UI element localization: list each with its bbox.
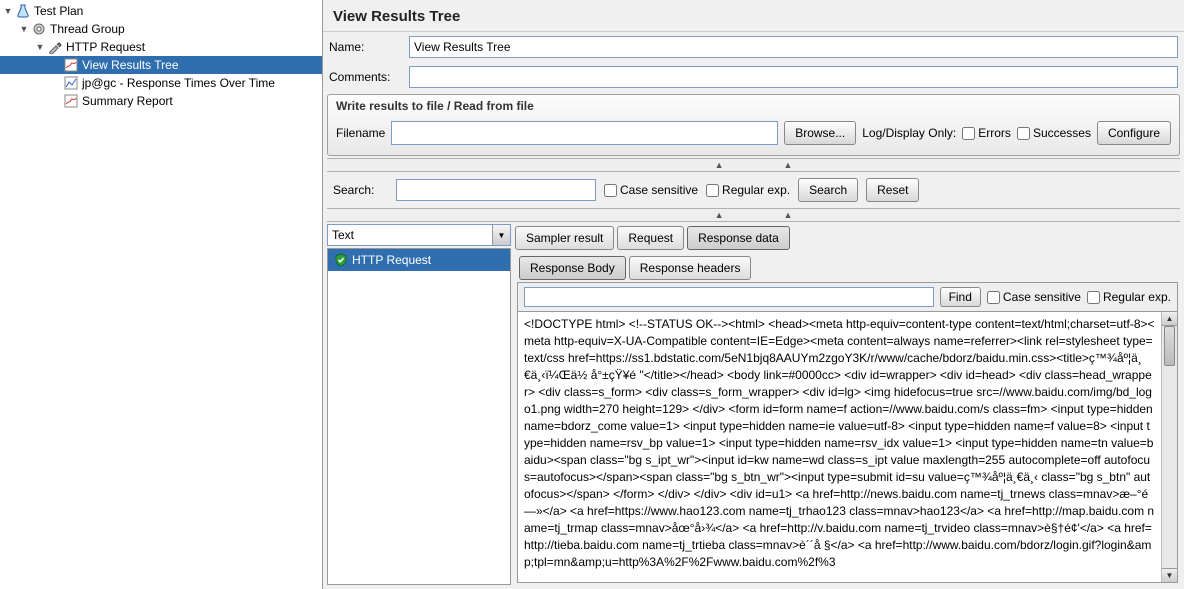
chart-icon bbox=[63, 93, 79, 109]
response-body-box: <!DOCTYPE html> <!--STATUS OK--><html> <… bbox=[517, 311, 1178, 583]
triangle-up-icon: ▲ bbox=[715, 210, 724, 220]
filename-input[interactable] bbox=[391, 121, 778, 145]
logdisplay-label: Log/Display Only: bbox=[862, 126, 956, 140]
result-label: HTTP Request bbox=[352, 253, 431, 267]
page-title: View Results Tree bbox=[323, 0, 1184, 32]
vertical-scrollbar[interactable]: ▲ ▼ bbox=[1161, 312, 1177, 582]
renderer-combo[interactable]: Text ▼ bbox=[327, 224, 511, 246]
errors-checkbox[interactable]: Errors bbox=[962, 126, 1011, 140]
find-input[interactable] bbox=[524, 287, 934, 307]
tree-item-thread-group[interactable]: ▼ Thread Group bbox=[0, 20, 322, 38]
tab-sampler-result[interactable]: Sampler result bbox=[515, 226, 614, 250]
successes-checkbox[interactable]: Successes bbox=[1017, 126, 1091, 140]
triangle-up-icon: ▲ bbox=[715, 160, 724, 170]
filename-label: Filename bbox=[336, 126, 385, 140]
tree-item-test-plan[interactable]: ▼ Test Plan bbox=[0, 2, 322, 20]
search-regex-checkbox[interactable]: Regular exp. bbox=[706, 183, 790, 197]
combo-value: Text bbox=[332, 228, 354, 242]
tree-label: HTTP Request bbox=[66, 40, 145, 54]
collapse-divider[interactable]: ▲▲ bbox=[327, 158, 1180, 172]
find-button[interactable]: Find bbox=[940, 287, 981, 307]
name-label: Name: bbox=[329, 40, 409, 54]
scroll-thumb[interactable] bbox=[1164, 326, 1175, 366]
tab-response-headers[interactable]: Response headers bbox=[629, 256, 752, 280]
results-list[interactable]: HTTP Request bbox=[327, 248, 511, 585]
flask-icon bbox=[15, 3, 31, 19]
scroll-up-icon[interactable]: ▲ bbox=[1162, 312, 1177, 326]
configure-button[interactable]: Configure bbox=[1097, 121, 1171, 145]
tree-label: Thread Group bbox=[50, 22, 125, 36]
triangle-up-icon: ▲ bbox=[784, 160, 793, 170]
response-body-text[interactable]: <!DOCTYPE html> <!--STATUS OK--><html> <… bbox=[518, 312, 1161, 582]
collapse-divider[interactable]: ▲▲ bbox=[327, 208, 1180, 222]
comments-label: Comments: bbox=[329, 70, 409, 84]
file-section-title: Write results to file / Read from file bbox=[328, 95, 1179, 117]
sub-tabs: Response Body Response headers bbox=[515, 252, 1180, 282]
test-tree[interactable]: ▼ Test Plan ▼ Thread Group ▼ HTTP Reques… bbox=[0, 0, 322, 589]
expand-toggle-icon[interactable]: ▼ bbox=[2, 6, 14, 16]
tree-label: View Results Tree bbox=[82, 58, 179, 72]
tree-label: jp@gc - Response Times Over Time bbox=[82, 76, 275, 90]
chart-icon bbox=[63, 57, 79, 73]
find-case-checkbox[interactable]: Case sensitive bbox=[987, 290, 1081, 304]
search-case-checkbox[interactable]: Case sensitive bbox=[604, 183, 698, 197]
tree-item-response-times[interactable]: jp@gc - Response Times Over Time bbox=[0, 74, 322, 92]
search-label: Search: bbox=[333, 183, 388, 197]
expand-toggle-icon[interactable]: ▼ bbox=[18, 24, 30, 34]
result-item[interactable]: HTTP Request bbox=[328, 249, 510, 271]
tab-response-body[interactable]: Response Body bbox=[519, 256, 626, 280]
expand-toggle-icon[interactable]: ▼ bbox=[34, 42, 46, 52]
pipette-icon bbox=[47, 39, 63, 55]
chart-icon bbox=[63, 75, 79, 91]
find-regex-checkbox[interactable]: Regular exp. bbox=[1087, 290, 1171, 304]
success-shield-icon bbox=[333, 252, 349, 268]
tree-item-http-request[interactable]: ▼ HTTP Request bbox=[0, 38, 322, 56]
search-button[interactable]: Search bbox=[798, 178, 858, 202]
triangle-up-icon: ▲ bbox=[784, 210, 793, 220]
tree-label: Test Plan bbox=[34, 4, 83, 18]
name-input[interactable] bbox=[409, 36, 1178, 58]
browse-button[interactable]: Browse... bbox=[784, 121, 856, 145]
tree-item-view-results-tree[interactable]: View Results Tree bbox=[0, 56, 322, 74]
file-section: Write results to file / Read from file F… bbox=[327, 94, 1180, 156]
chevron-down-icon: ▼ bbox=[492, 225, 510, 245]
tab-response-data[interactable]: Response data bbox=[687, 226, 790, 250]
search-input[interactable] bbox=[396, 179, 596, 201]
main-tabs: Sampler result Request Response data bbox=[515, 224, 1180, 252]
tree-item-summary-report[interactable]: Summary Report bbox=[0, 92, 322, 110]
gear-icon bbox=[31, 21, 47, 37]
reset-button[interactable]: Reset bbox=[866, 178, 919, 202]
scroll-down-icon[interactable]: ▼ bbox=[1162, 568, 1177, 582]
tree-label: Summary Report bbox=[82, 94, 173, 108]
comments-input[interactable] bbox=[409, 66, 1178, 88]
tab-request[interactable]: Request bbox=[617, 226, 684, 250]
